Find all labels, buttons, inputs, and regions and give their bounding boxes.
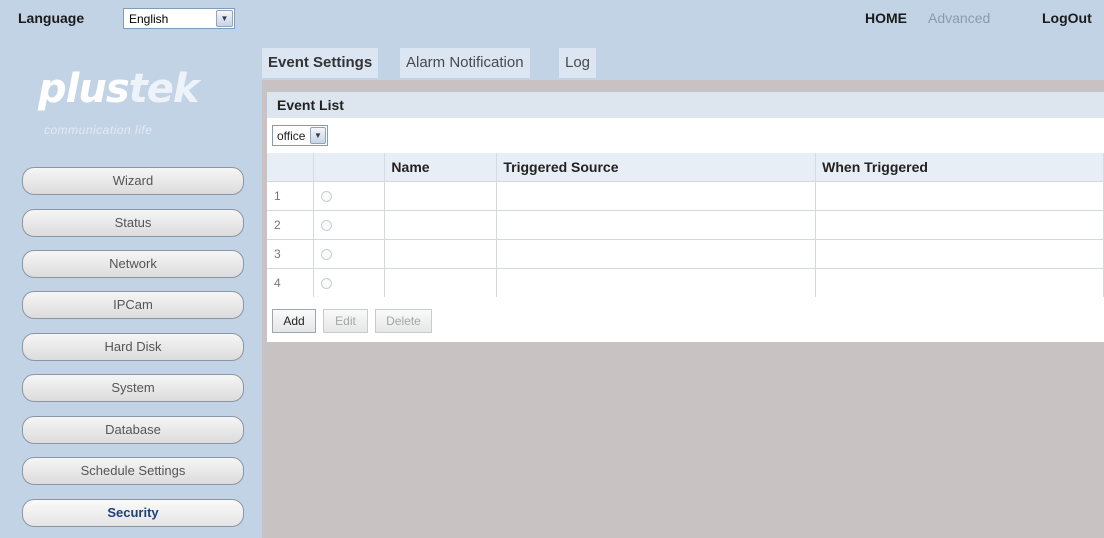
column-header-name: Name	[384, 153, 498, 181]
radio-button[interactable]	[321, 190, 333, 202]
nav-advanced-link[interactable]: Advanced	[928, 10, 990, 26]
row-source	[496, 238, 817, 268]
sidebar-item-database[interactable]: Database	[22, 416, 244, 444]
location-select-value: office	[277, 129, 306, 143]
radio-button[interactable]	[321, 248, 333, 260]
column-header-triggered-source: Triggered Source	[496, 153, 817, 181]
row-number: 2	[267, 209, 315, 239]
row-source	[496, 267, 817, 297]
column-header-when-triggered: When Triggered	[815, 153, 1104, 181]
sidebar-item-status[interactable]: Status	[22, 209, 244, 237]
tab-alarm-notification[interactable]: Alarm Notification	[400, 48, 530, 78]
row-source	[496, 180, 817, 210]
sidebar-item-wizard[interactable]: Wizard	[22, 167, 244, 195]
sidebar-item-schedule-settings[interactable]: Schedule Settings	[22, 457, 244, 485]
table-row[interactable]: 4	[267, 267, 1104, 297]
row-when	[815, 209, 1104, 239]
tab-bar: Event Settings Alarm Notification Log	[262, 40, 1104, 80]
edit-button[interactable]: Edit	[323, 309, 368, 333]
sidebar: plustek communication life Wizard Status…	[0, 40, 262, 538]
row-when	[815, 267, 1104, 297]
language-select[interactable]: English ▼	[123, 8, 235, 29]
language-select-value: English	[129, 12, 169, 26]
tab-divider	[262, 80, 1104, 92]
row-source	[496, 209, 817, 239]
tab-event-settings[interactable]: Event Settings	[262, 48, 379, 78]
nav-home-link[interactable]: HOME	[865, 10, 907, 26]
event-table: Name Triggered Source When Triggered 1 2…	[267, 153, 1104, 297]
row-name	[384, 209, 498, 239]
row-number: 3	[267, 238, 315, 268]
logo-tagline: communication life	[44, 123, 153, 137]
column-header-select	[313, 153, 386, 181]
plustek-logo: plustek	[38, 66, 199, 112]
panel-header: Event List	[267, 92, 1104, 118]
event-list-panel: Event List office ▼ Name Triggered Sourc…	[267, 92, 1104, 342]
radio-button[interactable]	[321, 278, 333, 290]
panel-title: Event List	[277, 97, 344, 113]
row-radio-cell[interactable]	[313, 238, 386, 268]
column-header-number	[267, 153, 315, 181]
delete-button[interactable]: Delete	[375, 309, 432, 333]
sidebar-item-network[interactable]: Network	[22, 250, 244, 278]
row-radio-cell[interactable]	[313, 209, 386, 239]
row-radio-cell[interactable]	[313, 180, 386, 210]
table-row[interactable]: 2	[267, 209, 1104, 239]
main-content: Event Settings Alarm Notification Log Ev…	[262, 40, 1104, 538]
row-number: 1	[267, 180, 315, 210]
table-row[interactable]: 3	[267, 238, 1104, 268]
chevron-down-icon[interactable]: ▼	[216, 10, 233, 27]
row-name	[384, 180, 498, 210]
add-button[interactable]: Add	[272, 309, 316, 333]
chevron-down-icon[interactable]: ▼	[310, 127, 326, 144]
row-name	[384, 267, 498, 297]
nav-logout-link[interactable]: LogOut	[1042, 10, 1092, 26]
tab-log[interactable]: Log	[559, 48, 597, 78]
location-select[interactable]: office ▼	[272, 125, 328, 146]
sidebar-item-ipcam[interactable]: IPCam	[22, 291, 244, 319]
row-number: 4	[267, 267, 315, 297]
row-radio-cell[interactable]	[313, 267, 386, 297]
language-label: Language	[18, 10, 85, 26]
sidebar-item-security[interactable]: Security	[22, 499, 244, 527]
radio-button[interactable]	[321, 219, 333, 231]
table-header-row: Name Triggered Source When Triggered	[267, 153, 1104, 181]
sidebar-item-system[interactable]: System	[22, 374, 244, 402]
top-bar: Language English ▼ HOME Advanced LogOut	[0, 0, 1104, 40]
row-name	[384, 238, 498, 268]
row-when	[815, 238, 1104, 268]
sidebar-item-hard-disk[interactable]: Hard Disk	[22, 333, 244, 361]
table-row[interactable]: 1	[267, 180, 1104, 210]
row-when	[815, 180, 1104, 210]
